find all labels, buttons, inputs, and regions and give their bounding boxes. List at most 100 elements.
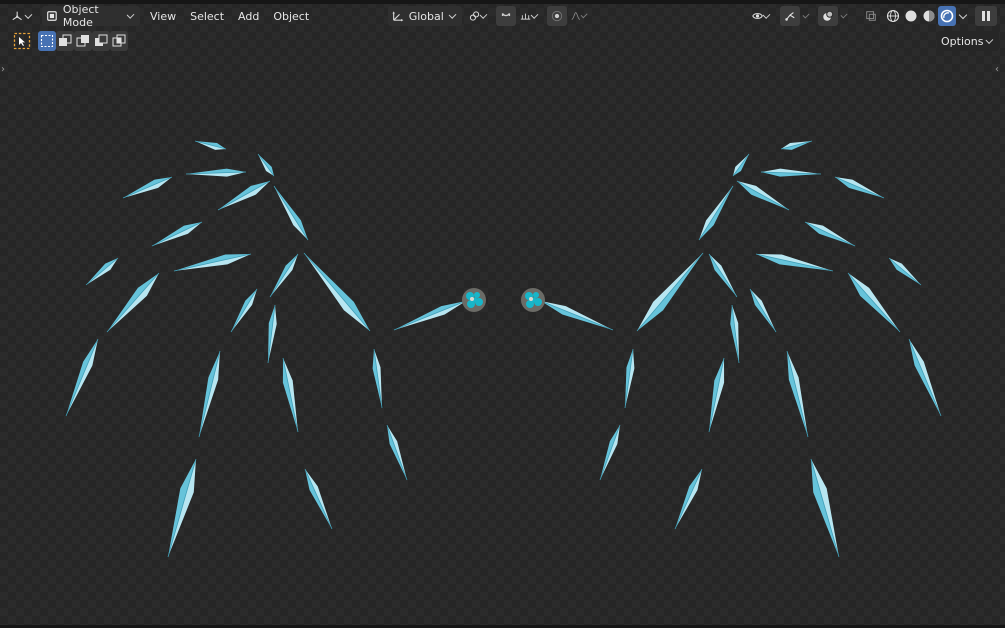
chevron-down-icon (126, 10, 135, 19)
snap-toggle[interactable] (496, 6, 516, 26)
right-crystal-shard-13[interactable] (636, 252, 704, 332)
wireframe-sphere-icon (886, 9, 900, 23)
right-crystal-orb[interactable] (521, 288, 545, 312)
left-crystal-shard-9[interactable] (85, 257, 119, 286)
right-crystal-shard-16[interactable] (786, 350, 809, 438)
crystal-wings-scene[interactable] (0, 0, 1005, 628)
left-crystal-shard-10[interactable] (106, 272, 160, 333)
left-crystal-shard-12[interactable] (230, 288, 258, 333)
left-crystal-shard-14[interactable] (267, 304, 277, 364)
gizmo-options[interactable] (800, 6, 812, 26)
pivot-point-selector[interactable] (465, 5, 493, 27)
active-tool-button[interactable] (11, 30, 33, 52)
mode-selector[interactable]: Object Mode (42, 3, 140, 29)
shading-solid[interactable] (902, 6, 920, 26)
overlay-toggle[interactable] (818, 6, 838, 26)
view3d-icon (12, 11, 22, 21)
xray-icon (866, 11, 876, 21)
left-crystal-shard-3[interactable] (185, 168, 247, 177)
select-subtract-icon (76, 35, 89, 47)
left-crystal-shard-20[interactable] (167, 458, 197, 558)
left-crystal-shard-7[interactable] (151, 221, 203, 247)
right-crystal-shard-12[interactable] (749, 288, 777, 333)
shading-wireframe[interactable] (884, 6, 902, 26)
visibility-selector[interactable] (748, 5, 776, 27)
chevron-down-icon (802, 10, 810, 19)
left-crystal-shard-13[interactable] (303, 252, 371, 332)
mode-label: Object Mode (62, 3, 99, 29)
transform-orientation-selector[interactable]: Global (388, 5, 462, 27)
left-crystal-shard-8[interactable] (173, 253, 252, 272)
3d-viewport[interactable] (0, 0, 1005, 628)
left-crystal-shard-21[interactable] (304, 468, 333, 530)
right-crystal-shard-7[interactable] (804, 221, 856, 247)
menu-view[interactable]: View (143, 6, 183, 26)
toolbar-expand-arrow[interactable]: › (1, 64, 5, 75)
left-crystal-shard-2[interactable] (257, 153, 275, 177)
left-crystal-shard-11[interactable] (269, 253, 299, 298)
left-crystal-shard-4[interactable] (122, 176, 173, 199)
pause-render-button[interactable] (975, 5, 997, 27)
right-crystal-shard-19[interactable] (599, 424, 621, 481)
right-crystal-shard-8[interactable] (755, 253, 834, 272)
right-crystal-shard-18[interactable] (624, 348, 635, 409)
right-crystal-shard-15[interactable] (908, 338, 942, 417)
select-mode-intersect[interactable] (110, 31, 128, 51)
select-box-icon (13, 32, 31, 50)
chevron-down-icon (24, 10, 33, 19)
right-crystal-shard-9[interactable] (888, 257, 922, 286)
snap-icon (501, 13, 511, 17)
left-crystal-shard-17[interactable] (282, 357, 299, 433)
snap-increment-icon (520, 13, 531, 20)
sidebar-expand-arrow[interactable]: ‹ (995, 64, 999, 75)
left-crystal-orb[interactable] (462, 288, 486, 312)
editor-type-selector[interactable] (8, 5, 38, 27)
left-crystal-shard-19[interactable] (386, 424, 408, 481)
right-crystal-shard-5[interactable] (736, 180, 790, 211)
right-crystal-shard-1[interactable] (780, 140, 813, 150)
left-crystal-shard-6[interactable] (273, 185, 309, 241)
chevron-down-icon (530, 10, 539, 19)
xray-toggle[interactable] (861, 5, 881, 27)
right-crystal-shard-3[interactable] (760, 168, 822, 177)
left-crystal-shard-16[interactable] (198, 350, 221, 438)
right-crystal-shard-11[interactable] (708, 253, 738, 298)
shading-mode-group (884, 5, 970, 27)
right-crystal-shard-14[interactable] (730, 304, 740, 364)
select-invert-icon (95, 34, 108, 46)
right-crystal-shard-10[interactable] (847, 272, 901, 333)
left-crystal-shard-root[interactable] (393, 300, 467, 331)
left-crystal-shard-1[interactable] (194, 140, 227, 150)
menu-select[interactable]: Select (183, 6, 231, 26)
proportional-edit-toggle[interactable] (547, 6, 567, 26)
gizmo-toggle[interactable] (780, 6, 800, 26)
right-crystal-shard-2[interactable] (732, 153, 750, 177)
select-mode-invert[interactable] (92, 31, 110, 51)
menu-object[interactable]: Object (266, 6, 316, 26)
shading-options[interactable] (956, 6, 970, 26)
object-mode-icon (47, 11, 57, 21)
right-crystal-shard-root[interactable] (540, 300, 614, 331)
right-crystal-shard-21[interactable] (674, 468, 703, 530)
options-label: Options (941, 34, 984, 48)
shading-material-preview[interactable] (920, 6, 938, 26)
chevron-down-icon (958, 10, 968, 19)
options-menu[interactable]: Options (937, 30, 999, 52)
overlay-options[interactable] (838, 6, 850, 26)
falloff-selector[interactable] (567, 6, 593, 26)
menu-add[interactable]: Add (231, 6, 266, 26)
snap-target-selector[interactable] (516, 6, 544, 26)
right-crystal-shard-4[interactable] (834, 176, 885, 199)
visibility-eye-icon (752, 13, 763, 19)
right-crystal-shard-20[interactable] (810, 458, 840, 558)
select-mode-new[interactable] (38, 31, 56, 51)
select-mode-subtract[interactable] (74, 31, 92, 51)
right-crystal-shard-17[interactable] (708, 357, 725, 433)
shading-rendered[interactable] (938, 6, 956, 26)
left-crystal-shard-15[interactable] (65, 338, 99, 417)
header-menus: View Select Add Object (143, 5, 316, 27)
left-crystal-shard-18[interactable] (372, 348, 383, 409)
left-crystal-shard-5[interactable] (217, 180, 271, 211)
right-crystal-shard-6[interactable] (698, 185, 734, 241)
select-mode-extend[interactable] (56, 31, 74, 51)
